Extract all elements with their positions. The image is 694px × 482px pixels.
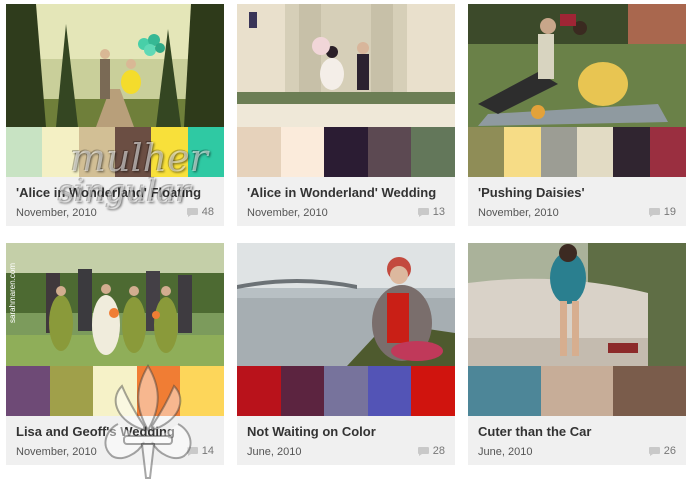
color-palette[interactable] [237, 127, 455, 177]
comment-count[interactable]: 14 [186, 445, 214, 457]
card-date: June, 2010 [247, 446, 302, 458]
photo-illustration [237, 4, 455, 127]
card-title-link[interactable]: 'Alice in Wonderland' Wedding [247, 185, 449, 200]
card-date: November, 2010 [478, 207, 559, 219]
card-date: June, 2010 [478, 446, 533, 458]
comment-count[interactable]: 13 [417, 206, 445, 218]
card-date: November, 2010 [247, 207, 328, 219]
color-palette[interactable] [6, 127, 224, 177]
palette-swatch[interactable] [6, 366, 50, 416]
card-photo[interactable] [237, 243, 455, 366]
comment-count-value: 28 [432, 445, 445, 457]
palette-swatch[interactable] [613, 127, 650, 177]
palette-swatch[interactable] [468, 366, 541, 416]
speech-bubble-icon [417, 446, 429, 456]
card-title-link[interactable]: 'Alice in Wonderland' Floating [16, 185, 218, 200]
color-palette[interactable] [6, 366, 224, 416]
palette-swatch[interactable] [237, 366, 281, 416]
comment-count[interactable]: 28 [417, 445, 445, 457]
card-title-link[interactable]: Lisa and Geoff's Wedding [16, 424, 218, 439]
card-photo[interactable] [6, 4, 224, 127]
speech-bubble-icon [186, 446, 198, 456]
card-photo[interactable] [468, 4, 686, 127]
palette-swatch[interactable] [180, 366, 224, 416]
palette-swatch[interactable] [613, 366, 687, 416]
palette-swatch[interactable] [324, 366, 368, 416]
color-palette[interactable] [237, 366, 455, 416]
comment-count-value: 19 [663, 206, 676, 218]
palette-card-1[interactable]: 'Alice in Wonderland' Floating November,… [6, 4, 224, 226]
color-palette[interactable] [468, 127, 686, 177]
card-title-link[interactable]: Not Waiting on Color [247, 424, 449, 439]
card-photo[interactable] [468, 243, 686, 366]
comment-count-value: 48 [201, 206, 214, 218]
palette-swatch[interactable] [187, 127, 224, 177]
palette-swatch[interactable] [280, 366, 325, 416]
card-date: November, 2010 [16, 446, 97, 458]
card-photo[interactable]: sarahmaren.com [6, 243, 224, 366]
palette-swatch[interactable] [280, 127, 325, 177]
photo-credit: sarahmaren.com [8, 262, 17, 323]
comment-count[interactable]: 26 [648, 445, 676, 457]
card-title-link[interactable]: 'Pushing Daisies' [478, 185, 680, 200]
palette-swatch[interactable] [411, 127, 455, 177]
photo-illustration [6, 243, 224, 366]
palette-swatch[interactable] [324, 127, 368, 177]
comment-count-value: 13 [432, 206, 445, 218]
palette-swatch[interactable] [540, 127, 577, 177]
palette-swatch[interactable] [114, 127, 152, 177]
photo-illustration [237, 243, 455, 366]
palette-swatch[interactable] [540, 366, 614, 416]
photo-illustration [6, 4, 224, 127]
palette-swatch[interactable] [504, 127, 541, 177]
speech-bubble-icon [417, 207, 429, 217]
color-palette[interactable] [468, 366, 687, 416]
palette-swatch[interactable] [576, 127, 614, 177]
palette-swatch[interactable] [6, 127, 43, 177]
photo-illustration [468, 243, 686, 366]
palette-card-4[interactable]: sarahmaren.com Lisa and Geoff's Wedding … [6, 243, 224, 465]
comment-count-value: 26 [663, 445, 676, 457]
speech-bubble-icon [648, 446, 660, 456]
speech-bubble-icon [186, 207, 198, 217]
palette-swatch[interactable] [367, 366, 412, 416]
palette-swatch[interactable] [237, 127, 281, 177]
palette-swatch[interactable] [78, 127, 115, 177]
palette-swatch[interactable] [42, 127, 79, 177]
comment-count[interactable]: 19 [648, 206, 676, 218]
photo-illustration [468, 4, 686, 127]
comment-count-value: 14 [201, 445, 214, 457]
palette-card-6[interactable]: Cuter than the Car June, 2010 26 [468, 243, 687, 465]
palette-swatch[interactable] [367, 127, 412, 177]
palette-swatch[interactable] [151, 127, 188, 177]
palette-card-2[interactable]: 'Alice in Wonderland' Wedding November, … [237, 4, 455, 226]
palette-card-3[interactable]: 'Pushing Daisies' November, 2010 19 [468, 4, 686, 226]
palette-swatch[interactable] [93, 366, 137, 416]
card-photo[interactable] [237, 4, 455, 127]
palette-swatch[interactable] [49, 366, 94, 416]
palette-swatch[interactable] [649, 127, 686, 177]
palette-swatch[interactable] [468, 127, 505, 177]
comment-count[interactable]: 48 [186, 206, 214, 218]
palette-swatch[interactable] [136, 366, 181, 416]
palette-card-5[interactable]: Not Waiting on Color June, 2010 28 [237, 243, 455, 465]
palette-swatch[interactable] [411, 366, 455, 416]
speech-bubble-icon [648, 207, 660, 217]
card-date: November, 2010 [16, 207, 97, 219]
card-title-link[interactable]: Cuter than the Car [478, 424, 680, 439]
